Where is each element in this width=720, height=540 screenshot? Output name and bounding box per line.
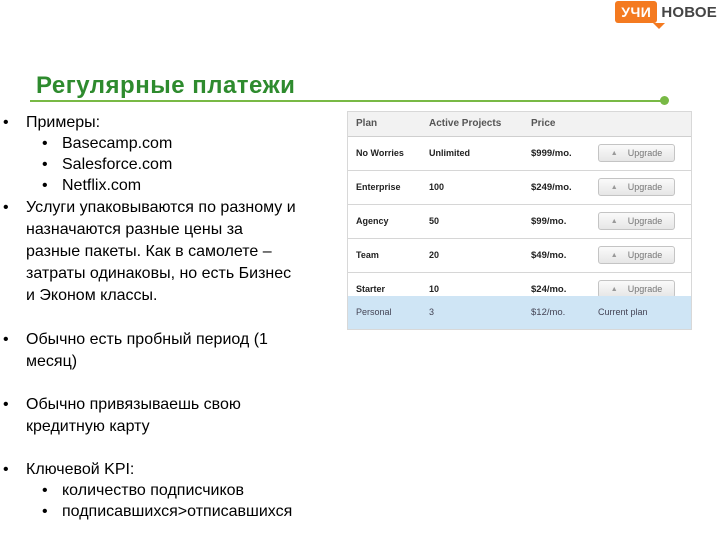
sub-bullet-marker: • [42,135,48,152]
example-item: Basecamp.com [62,135,173,152]
upgrade-arrow-icon: ▲ [610,183,618,191]
upgrade-label: Upgrade [627,148,663,158]
header-active-projects: Active Projects [429,118,502,129]
plan-projects: 100 [429,182,445,192]
upgrade-label: Upgrade [627,284,663,294]
example-item: Salesforce.com [62,156,173,173]
plan-name: Team [356,250,379,260]
header-price: Price [531,118,556,129]
table-row: Agency 50 $99/mo. ▲ Upgrade [348,205,691,239]
plan-name: No Worries [356,148,404,158]
upgrade-label: Upgrade [627,250,663,260]
plan-projects: 50 [429,216,440,226]
kpi-item: количество подписчиков [62,482,245,499]
plan-name: Agency [356,216,389,226]
upgrade-button[interactable]: ▲ Upgrade [598,212,675,230]
plan-name: Enterprise [356,182,401,192]
upgrade-button[interactable]: ▲ Upgrade [598,178,675,196]
plan-price: $249/mo. [531,182,572,193]
bullet-marker: • [3,396,9,413]
upgrade-label: Upgrade [627,216,663,226]
example-item: Netflix.com [62,177,142,194]
bullet-marker: • [3,331,9,348]
upgrade-arrow-icon: ▲ [610,217,618,225]
plan-name: Starter [356,284,386,294]
table-row-current: Personal 3 $12/mo. Current plan [348,296,691,329]
sub-bullet-marker: • [42,177,48,194]
pricing-table-header: Plan Active Projects Price [348,112,691,137]
bullet-marker: • [3,461,9,478]
plan-price: $99/mo. [531,216,567,227]
sub-bullet-marker: • [42,503,48,520]
packaging-line: и Эконом классы. [26,287,158,304]
bullet-marker: • [3,114,9,131]
trial-line: Обычно есть пробный период (1 [26,331,268,348]
kpi-label: Ключевой KPI: [26,461,135,478]
packaging-line: назначаются разные цены за [26,221,243,238]
upgrade-button[interactable]: ▲ Upgrade [598,144,675,162]
table-row: No Worries Unlimited $999/mo. ▲ Upgrade [348,137,691,171]
plan-name: Personal [356,307,392,317]
packaging-line: разные пакеты. Как в самолете – [26,243,272,260]
pricing-table: Plan Active Projects Price No Worries Un… [347,111,692,330]
upgrade-label: Upgrade [627,182,663,192]
plan-price: $999/mo. [531,148,572,159]
plan-projects: Unlimited [429,148,471,158]
table-row: Team 20 $49/mo. ▲ Upgrade [348,239,691,273]
plan-projects: 20 [429,250,440,260]
bullet-examples-label: Примеры: [26,114,101,131]
plan-projects: 3 [429,307,435,317]
trial-line: месяц) [26,353,78,370]
plan-price: $12/mo. [531,307,566,318]
card-line: Обычно привязываешь свою [26,396,241,413]
current-plan-label: Current plan [598,307,648,317]
plan-price: $49/mo. [531,250,567,261]
header-plan: Plan [356,118,378,129]
bullet-marker: • [3,199,9,216]
packaging-line: Услуги упаковываются по разному и [26,199,296,216]
upgrade-arrow-icon: ▲ [610,149,618,157]
card-line: кредитную карту [26,418,150,435]
upgrade-button[interactable]: ▲ Upgrade [598,246,675,264]
packaging-line: затраты одинаковы, но есть Бизнес [26,265,292,282]
plan-price: $24/mo. [531,284,567,295]
upgrade-arrow-icon: ▲ [610,285,618,293]
upgrade-arrow-icon: ▲ [610,251,618,259]
sub-bullet-marker: • [42,482,48,499]
table-row: Enterprise 100 $249/mo. ▲ Upgrade [348,171,691,205]
kpi-item: подписавшихся>отписавшихся [62,503,293,520]
sub-bullet-marker: • [42,156,48,173]
plan-projects: 10 [429,284,440,294]
